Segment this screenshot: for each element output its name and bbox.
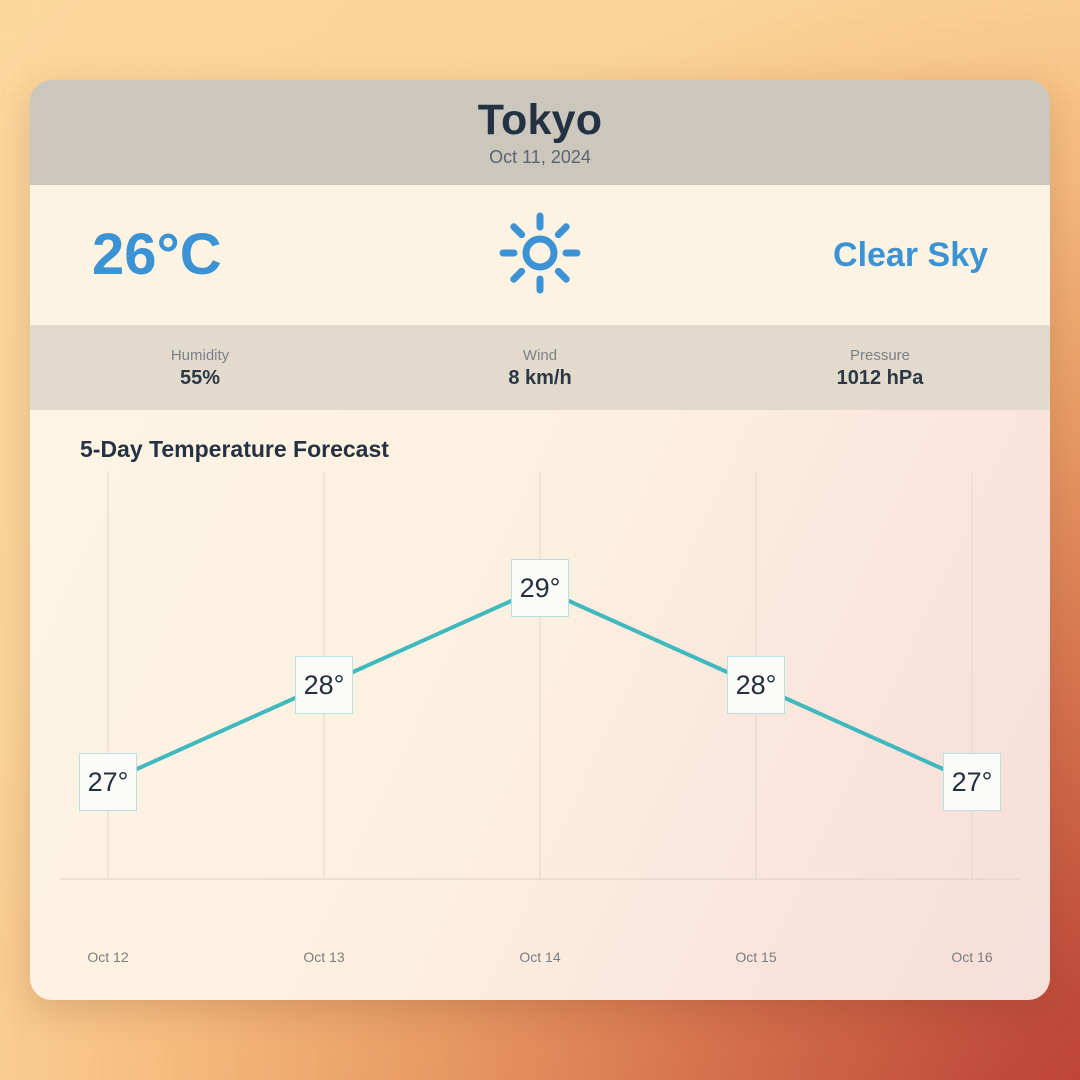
weather-condition-text: Clear Sky — [833, 236, 989, 274]
stat-label: Wind — [522, 346, 558, 364]
chart-x-label: Oct 15 — [735, 949, 777, 965]
chart-gridlines — [107, 471, 973, 879]
chart-x-label: Oct 16 — [951, 949, 993, 965]
stat-value: 8 km/h — [508, 366, 572, 389]
forecast-chart: 27° 28° 29° 28° 27° — [60, 471, 1020, 941]
stat-humidity: Humidity 55% — [30, 348, 370, 388]
stats-row: Humidity 55% Wind 8 km/h Pressure 1012 h… — [30, 325, 1050, 410]
chart-svg — [60, 471, 1020, 880]
stat-value: 1012 hPa — [836, 366, 924, 389]
chart-point-label: 28° — [295, 656, 353, 714]
sun-icon — [499, 212, 581, 299]
chart-point-label: 28° — [727, 656, 785, 714]
stat-label: Humidity — [170, 346, 230, 364]
forecast-title: 5-Day Temperature Forecast — [80, 436, 389, 462]
header-date: Oct 11, 2024 — [489, 147, 591, 167]
chart-x-axis-labels: Oct 12 Oct 13 Oct 14 Oct 15 Oct 16 — [60, 950, 1020, 970]
chart-x-label: Oct 12 — [87, 949, 129, 965]
current-temperature: 26°C — [92, 222, 222, 287]
stat-label: Pressure — [849, 346, 911, 364]
stat-value: 55% — [179, 366, 221, 389]
chart-point-label: 27° — [79, 753, 137, 811]
weather-card: Tokyo Oct 11, 2024 26°C Clear Sky Humidi… — [30, 80, 1050, 1000]
card-header: Tokyo Oct 11, 2024 — [30, 80, 1050, 185]
chart-x-label: Oct 13 — [303, 949, 345, 965]
forecast-section: 5-Day Temperature Forecast 27° 28° 29° 28° 2… — [30, 410, 1050, 1000]
stat-wind: Wind 8 km/h — [370, 348, 710, 388]
chart-point-label: 29° — [511, 559, 569, 617]
current-conditions-row: 26°C Clear Sky — [30, 185, 1050, 325]
chart-point-label: 27° — [943, 753, 1001, 811]
page-title: Tokyo — [477, 96, 603, 144]
chart-x-label: Oct 14 — [519, 949, 561, 965]
weather-icon-container — [391, 212, 690, 299]
stat-pressure: Pressure 1012 hPa — [710, 348, 1050, 388]
